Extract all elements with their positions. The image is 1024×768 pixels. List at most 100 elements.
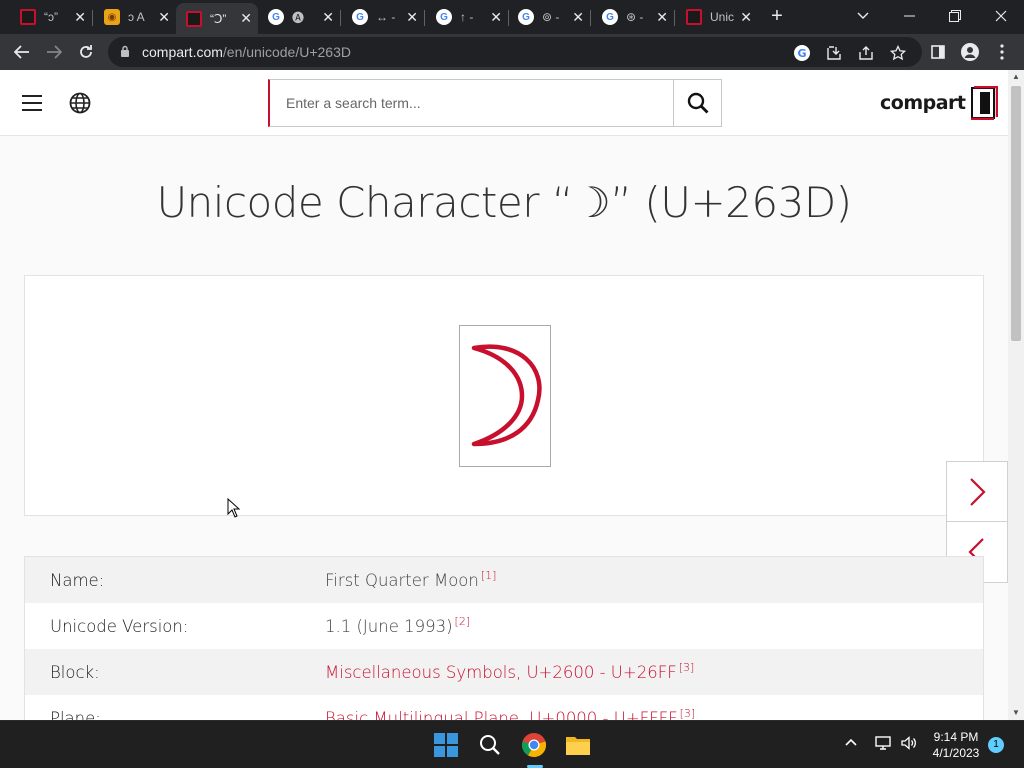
compart-favicon-icon: [20, 9, 36, 25]
browser-toolbar: compart.com/en/unicode/U+263D G: [0, 34, 1024, 70]
side-panel-icon[interactable]: [926, 40, 950, 64]
reference-link[interactable]: [3]: [679, 661, 695, 674]
forward-arrow-icon[interactable]: [42, 40, 66, 64]
show-hidden-icons-chevron-icon[interactable]: [844, 735, 858, 750]
url-text[interactable]: compart.com/en/unicode/U+263D: [142, 44, 351, 60]
browser-tab[interactable]: G ⊚ - ✕: [508, 3, 590, 31]
property-key: Plane:: [50, 708, 101, 721]
browser-tab[interactable]: G 🅐 ✕: [258, 3, 340, 31]
close-tab-icon[interactable]: ✕: [240, 10, 252, 27]
page-scrollbar[interactable]: ▲ ▼: [1008, 70, 1024, 720]
next-character-button[interactable]: [946, 461, 1008, 523]
browser-tab-strip: “ↄ” ✕ ◉ ↄ A ✕ “Ↄ” ✕ G 🅐 ✕ G ↔ - ✕ G ↑ - …: [0, 0, 1024, 34]
compart-favicon-icon: [686, 9, 702, 25]
reference-link[interactable]: [3]: [680, 707, 696, 720]
search-icon: [687, 92, 708, 114]
scroll-down-arrow-icon[interactable]: ▼: [1008, 706, 1024, 720]
tab-divider: [674, 10, 675, 26]
globe-language-icon[interactable]: [69, 92, 91, 114]
first-quarter-moon-glyph: [471, 344, 542, 447]
file-explorer-icon[interactable]: [562, 729, 594, 761]
tab-divider: [424, 10, 425, 26]
tab-title: Unicode: [710, 10, 735, 24]
close-tab-icon[interactable]: ✕: [406, 9, 418, 26]
browser-tab-active[interactable]: “Ↄ” ✕: [176, 3, 258, 34]
url-host: compart.com: [142, 44, 223, 60]
volume-speaker-icon[interactable]: [900, 735, 918, 754]
character-properties-table: Name: First Quarter Moon [1] Unicode Vers…: [24, 556, 984, 720]
tab-title: “Ↄ”: [210, 11, 227, 26]
tab-search-chevron-icon[interactable]: [840, 0, 886, 32]
close-window-button[interactable]: [978, 0, 1024, 32]
browser-tab[interactable]: Unicode ✕: [676, 3, 758, 31]
search-input[interactable]: [270, 80, 673, 126]
restore-window-button[interactable]: [932, 0, 978, 32]
table-row: Name: First Quarter Moon [1]: [25, 557, 983, 603]
property-value: First Quarter Moon [1]: [325, 569, 497, 590]
google-favicon-icon: G: [268, 9, 284, 25]
share-icon[interactable]: [856, 43, 876, 63]
new-tab-button[interactable]: +: [766, 6, 788, 28]
browser-tab[interactable]: G ⊛ - ✕: [592, 3, 674, 31]
tab-title: ↄ A: [128, 10, 145, 24]
close-tab-icon[interactable]: ✕: [490, 9, 502, 26]
lock-icon[interactable]: [120, 45, 134, 60]
close-tab-icon[interactable]: ✕: [158, 9, 170, 26]
close-tab-icon[interactable]: ✕: [322, 9, 334, 26]
property-value: Miscellaneous Symbols, U+2600 - U+26FF [3…: [325, 661, 695, 682]
tab-title: “ↄ”: [44, 10, 58, 24]
scroll-up-arrow-icon[interactable]: ▲: [1008, 70, 1024, 84]
google-lens-icon[interactable]: G: [792, 43, 812, 63]
tab-title: 🅐: [292, 10, 305, 25]
profile-avatar-icon[interactable]: [958, 40, 982, 64]
browser-tab[interactable]: ◉ ↄ A ✕: [94, 3, 176, 31]
network-icon[interactable]: [874, 735, 892, 754]
plane-link[interactable]: Basic Multilingual Plane, U+0000 - U+FFF…: [325, 709, 678, 721]
chrome-taskbar-icon[interactable]: [518, 729, 550, 761]
close-tab-icon[interactable]: ✕: [740, 9, 752, 26]
hamburger-menu-icon[interactable]: [22, 95, 42, 111]
table-row: Block: Miscellaneous Symbols, U+2600 - U…: [25, 649, 983, 695]
name-value: First Quarter Moon: [325, 570, 479, 590]
google-favicon-icon: G: [352, 9, 368, 25]
close-tab-icon[interactable]: ✕: [572, 9, 584, 26]
browser-tab[interactable]: G ↑ - ✕: [426, 3, 508, 31]
page-title: Unicode Character “☽” (U+263D): [156, 178, 852, 227]
clock-date: 4/1/2023: [932, 746, 980, 760]
minimize-window-button[interactable]: [886, 0, 932, 32]
clock-time: 9:14 PM: [933, 730, 979, 744]
taskbar-search-icon[interactable]: [474, 729, 506, 761]
address-bar[interactable]: compart.com/en/unicode/U+263D G: [108, 37, 922, 67]
more-menu-icon[interactable]: [990, 40, 1014, 64]
compart-logo[interactable]: compart: [880, 85, 998, 121]
block-link[interactable]: Miscellaneous Symbols, U+2600 - U+26FF: [325, 663, 677, 682]
tab-title: ⊚ -: [542, 10, 560, 24]
browser-tab[interactable]: G ↔ - ✕: [342, 3, 424, 31]
url-path: /en/unicode/U+263D: [222, 44, 351, 60]
reference-link[interactable]: [1]: [481, 569, 497, 582]
browser-tab[interactable]: “ↄ” ✕: [10, 3, 92, 31]
search-field[interactable]: [268, 79, 674, 127]
web-page: compart Unicode Character “☽” (U+263D) N…: [0, 70, 1008, 720]
tab-title: ↔ -: [376, 10, 396, 24]
bookmark-star-icon[interactable]: [888, 43, 908, 63]
back-arrow-icon[interactable]: [10, 40, 34, 64]
reload-icon[interactable]: [74, 40, 98, 64]
close-tab-icon[interactable]: ✕: [656, 9, 668, 26]
site-header: compart: [0, 70, 1008, 136]
version-value: 1.1 (June 1993): [325, 616, 453, 636]
install-app-icon[interactable]: [824, 43, 844, 63]
google-favicon-icon: G: [436, 9, 452, 25]
search-button[interactable]: [673, 79, 722, 127]
windows-start-icon[interactable]: [430, 729, 462, 761]
close-tab-icon[interactable]: ✕: [74, 9, 86, 26]
tab-title: ⊛ -: [626, 10, 644, 24]
windows-taskbar: 9:14 PM 4/1/2023 1: [0, 720, 1024, 768]
system-clock[interactable]: 9:14 PM 4/1/2023: [924, 729, 988, 761]
app-favicon-icon: ◉: [104, 9, 120, 25]
tab-divider: [92, 10, 93, 26]
notification-badge[interactable]: 1: [988, 737, 1004, 753]
tab-divider: [590, 10, 591, 26]
scrollbar-thumb[interactable]: [1011, 86, 1021, 341]
reference-link[interactable]: [2]: [455, 615, 471, 628]
